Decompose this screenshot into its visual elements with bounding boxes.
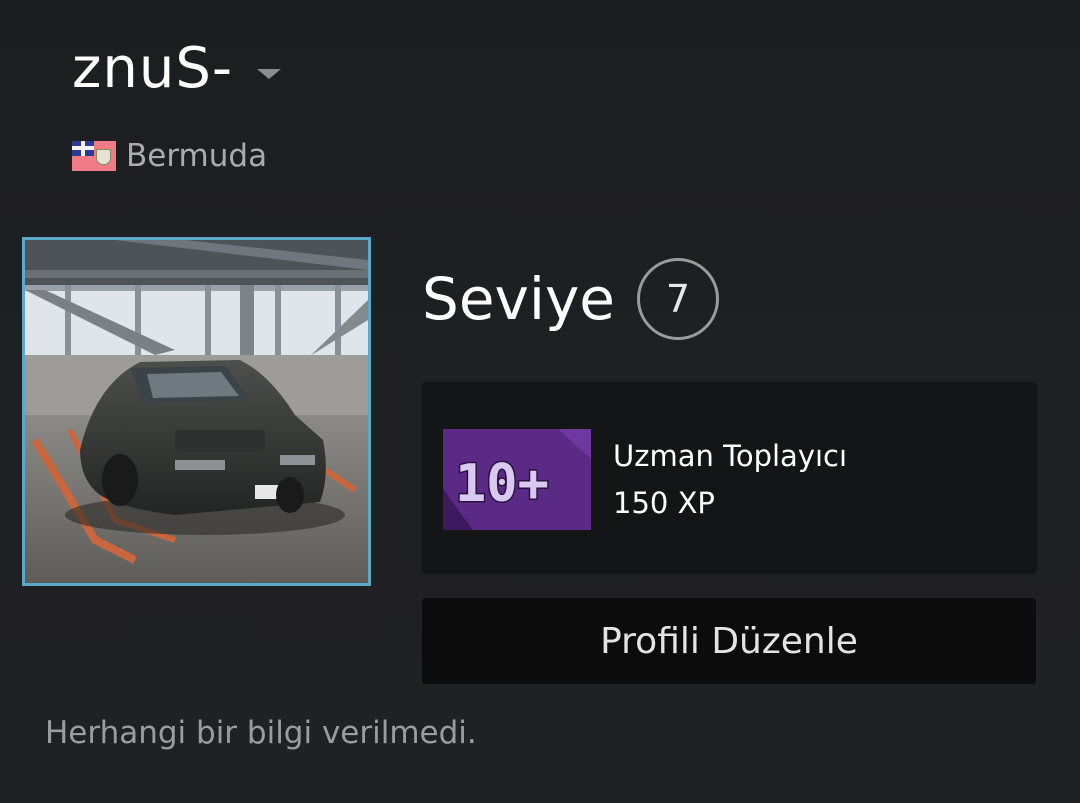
location: Bermuda: [72, 136, 267, 176]
badge-icon: 10+: [443, 429, 591, 530]
bermuda-flag-icon: [72, 141, 116, 171]
profile-summary: Herhangi bir bilgi verilmedi.: [45, 715, 477, 751]
avatar-image: [25, 240, 368, 583]
badge-xp: 150 XP: [613, 486, 715, 520]
svg-text:10+: 10+: [455, 454, 549, 514]
level-label: Seviye: [422, 265, 615, 333]
level-display: Seviye 7: [422, 258, 719, 340]
persona-name: znuS-: [72, 36, 234, 101]
location-text: Bermuda: [126, 138, 268, 174]
level-badge: 7: [636, 258, 719, 340]
persona-name-dropdown[interactable]: znuS-: [72, 34, 282, 104]
avatar[interactable]: [22, 237, 371, 586]
edit-profile-button[interactable]: Profili Düzenle: [421, 597, 1037, 685]
featured-badge-card[interactable]: 10+ Uzman Toplayıcı 150 XP: [421, 382, 1037, 574]
badge-name: Uzman Toplayıcı: [613, 439, 848, 473]
profile-page: znuS- Bermuda Seviye 7 10+ Uzman Toplayı…: [0, 0, 1080, 803]
chevron-down-icon[interactable]: [257, 69, 282, 79]
